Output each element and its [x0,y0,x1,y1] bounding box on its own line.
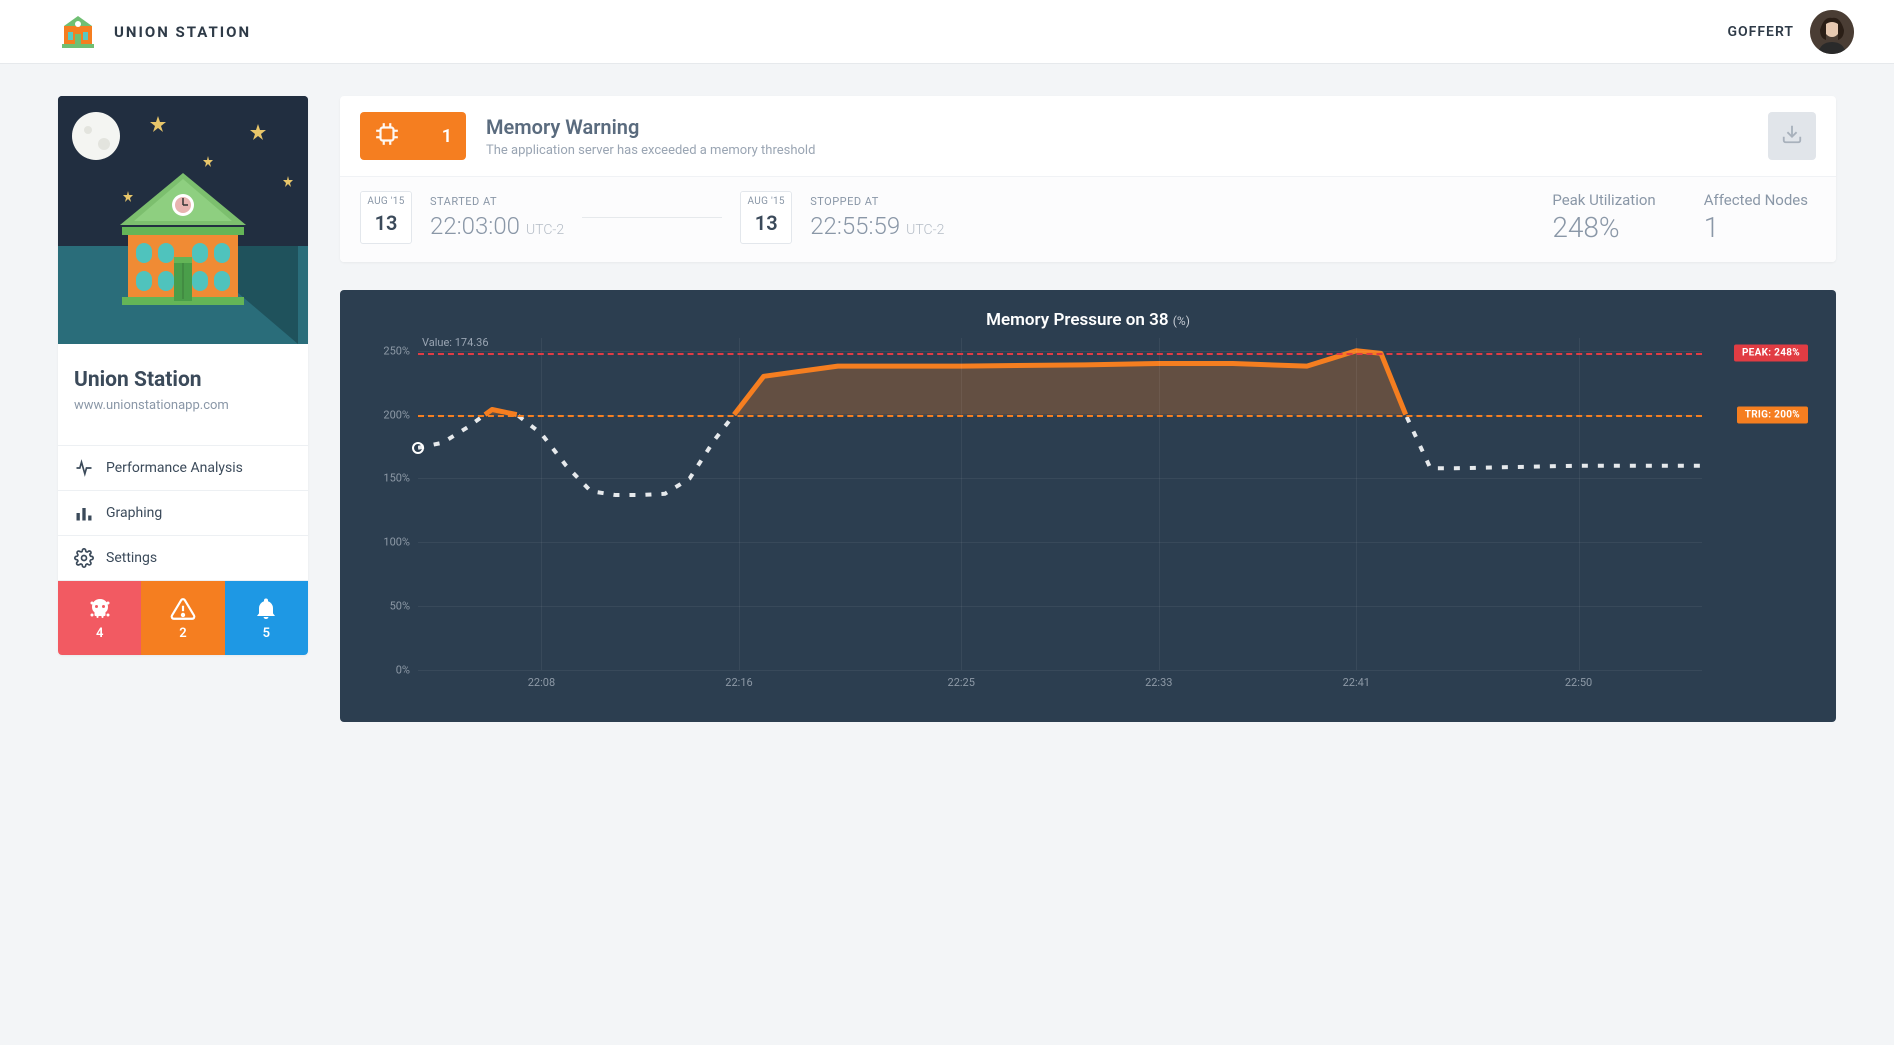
chart-card: Memory Pressure on 38 (%) Value: 174.36 … [340,290,1836,722]
user-name[interactable]: GOFFERT [1727,24,1794,40]
start-date-chip: AUG '15 13 [360,191,412,244]
event-subtitle: The application server has exceeded a me… [486,143,1748,158]
nav-performance-analysis[interactable]: Performance Analysis [58,446,308,491]
y-tick-label: 200% [383,408,410,421]
app-name: Union Station [74,368,292,392]
stop-month: AUG '15 [741,192,791,209]
skull-icon [88,596,112,622]
chart-area[interactable]: Value: 174.36 PEAK: 248%TRIG: 200% 0%50%… [364,338,1812,698]
y-tick-label: 250% [383,344,410,357]
product-name: UNION STATION [114,23,251,41]
sidebar-nav: Performance Analysis Graphing Settings [58,445,308,581]
y-tick-label: 150% [383,472,410,485]
x-tick-label: 22:50 [1565,676,1592,689]
top-bar-right: GOFFERT [1727,10,1854,54]
bars-icon [74,503,94,523]
peak-label: Peak Utilization [1552,191,1655,209]
alert-tile-notification[interactable]: 5 [225,581,308,655]
chart-title-unit: (%) [1173,314,1190,328]
stopped-at-time: 22:55:59 [810,212,900,240]
download-icon [1781,123,1803,149]
alert-count: 2 [179,626,186,641]
threshold-label-trig: TRIG: 200% [1737,406,1808,423]
app-url[interactable]: www.unionstationapp.com [74,398,292,413]
started-at-time: 22:03:00 [430,212,520,240]
x-tick-label: 22:16 [725,676,752,689]
brand[interactable]: UNION STATION [58,12,251,52]
chip-icon [374,121,400,151]
event-title: Memory Warning [486,115,1748,139]
meta-divider [582,217,722,218]
peak-value: 248% [1552,211,1655,244]
event-badge-count: 1 [442,126,452,147]
bell-icon [254,596,278,622]
chart-title-text: Memory Pressure on 38 [986,310,1168,330]
app-hero-image [58,96,308,344]
started-at-tz: UTC-2 [526,222,564,238]
logo-icon [58,12,98,52]
nodes-label: Affected Nodes [1704,191,1808,209]
start-month: AUG '15 [361,192,411,209]
x-tick-label: 22:41 [1343,676,1370,689]
sidebar: Union Station www.unionstationapp.com Pe… [58,96,308,655]
nav-label: Settings [106,550,157,566]
alert-count: 4 [96,626,103,641]
nav-settings[interactable]: Settings [58,536,308,581]
pulse-icon [74,458,94,478]
download-button[interactable] [1768,112,1816,160]
stop-date-chip: AUG '15 13 [740,191,792,244]
x-tick-label: 22:08 [528,676,555,689]
chart-plot[interactable]: PEAK: 248%TRIG: 200% [418,338,1702,698]
main-content: 1 Memory Warning The application server … [340,96,1836,722]
y-axis: 0%50%100%150%200%250% [364,338,418,670]
sidebar-alerts: 4 2 5 [58,581,308,655]
x-tick-label: 22:25 [948,676,975,689]
x-tick-label: 22:33 [1145,676,1172,689]
event-card: 1 Memory Warning The application server … [340,96,1836,262]
nav-graphing[interactable]: Graphing [58,491,308,536]
stopped-at-label: STOPPED AT [810,195,944,208]
chart-title: Memory Pressure on 38 (%) [364,310,1812,330]
nav-label: Performance Analysis [106,460,243,476]
avatar[interactable] [1810,10,1854,54]
gear-icon [74,548,94,568]
start-day: 13 [361,209,411,241]
peak-utilization-stat: Peak Utilization 248% [1552,191,1655,244]
warning-icon [170,596,196,622]
stop-day: 13 [741,209,791,241]
started-at-label: STARTED AT [430,195,564,208]
nav-label: Graphing [106,505,162,521]
x-axis: 22:08 22:16 22:25 22:33 22:41 22:50 [418,670,1702,698]
alert-count: 5 [263,626,270,641]
alert-tile-warning[interactable]: 2 [141,581,224,655]
y-tick-label: 0% [396,664,410,677]
alert-tile-critical[interactable]: 4 [58,581,141,655]
affected-nodes-stat: Affected Nodes 1 [1704,191,1808,244]
y-tick-label: 100% [383,536,410,549]
y-tick-label: 50% [390,600,410,613]
nodes-value: 1 [1704,211,1808,244]
threshold-label-peak: PEAK: 248% [1734,345,1808,362]
event-badge[interactable]: 1 [360,112,466,160]
stopped-at-tz: UTC-2 [906,222,944,238]
top-bar: UNION STATION GOFFERT [0,0,1894,64]
